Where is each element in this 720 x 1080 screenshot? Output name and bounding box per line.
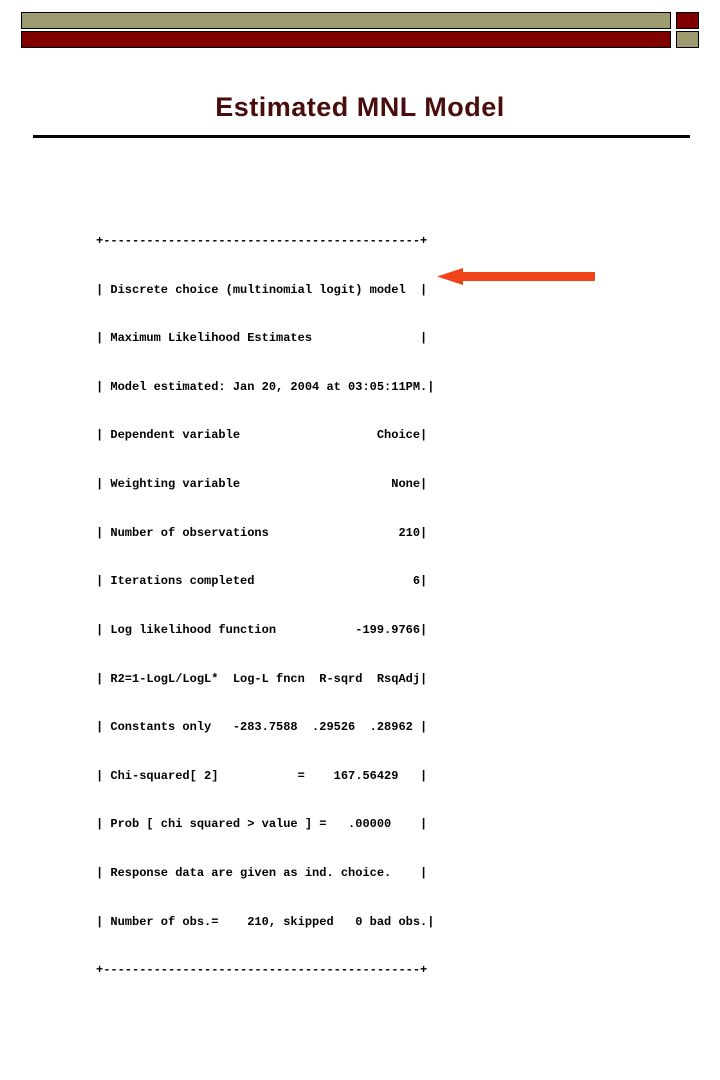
title-divider xyxy=(33,135,690,138)
summary-box: +---------------------------------------… xyxy=(96,201,564,1011)
summary-line: | Log likelihood function -199.9766| xyxy=(96,622,428,637)
model-output-block: +---------------------------------------… xyxy=(96,152,564,1080)
header-bar-row-top xyxy=(21,12,699,29)
summary-box-bottom-border: +---------------------------------------… xyxy=(96,963,428,978)
report-spacer xyxy=(96,1059,564,1065)
slide-header-decoration xyxy=(21,12,699,48)
annotation-arrow-left xyxy=(437,268,595,285)
header-cap-bottom xyxy=(676,31,699,48)
summary-line: | Number of obs.= 210, skipped 0 bad obs… xyxy=(96,914,435,929)
summary-line: | Maximum Likelihood Estimates | xyxy=(96,331,428,346)
summary-line: | Chi-squared[ 2] = 167.56429 | xyxy=(96,768,428,783)
summary-line: | Response data are given as ind. choice… xyxy=(96,865,428,880)
summary-line: | Model estimated: Jan 20, 2004 at 03:05… xyxy=(96,379,435,394)
page-title: Estimated MNL Model xyxy=(215,92,505,122)
summary-line: | Constants only -283.7588 .29526 .28962… xyxy=(96,720,428,735)
header-bar-top xyxy=(21,12,671,29)
header-bar-bottom xyxy=(21,31,671,48)
header-bar-row-bottom xyxy=(21,31,699,48)
summary-line: | Prob [ chi squared > value ] = .00000 … xyxy=(96,817,428,832)
summary-line: | Iterations completed 6| xyxy=(96,574,428,589)
summary-line: | Weighting variable None| xyxy=(96,477,428,492)
summary-line: | Number of observations 210| xyxy=(96,525,428,540)
summary-line: | Dependent variable Choice| xyxy=(96,428,428,443)
summary-line: | R2=1-LogL/LogL* Log-L fncn R-sqrd RsqA… xyxy=(96,671,428,686)
summary-box-top-border: +---------------------------------------… xyxy=(96,234,428,249)
header-cap-top xyxy=(676,12,699,29)
